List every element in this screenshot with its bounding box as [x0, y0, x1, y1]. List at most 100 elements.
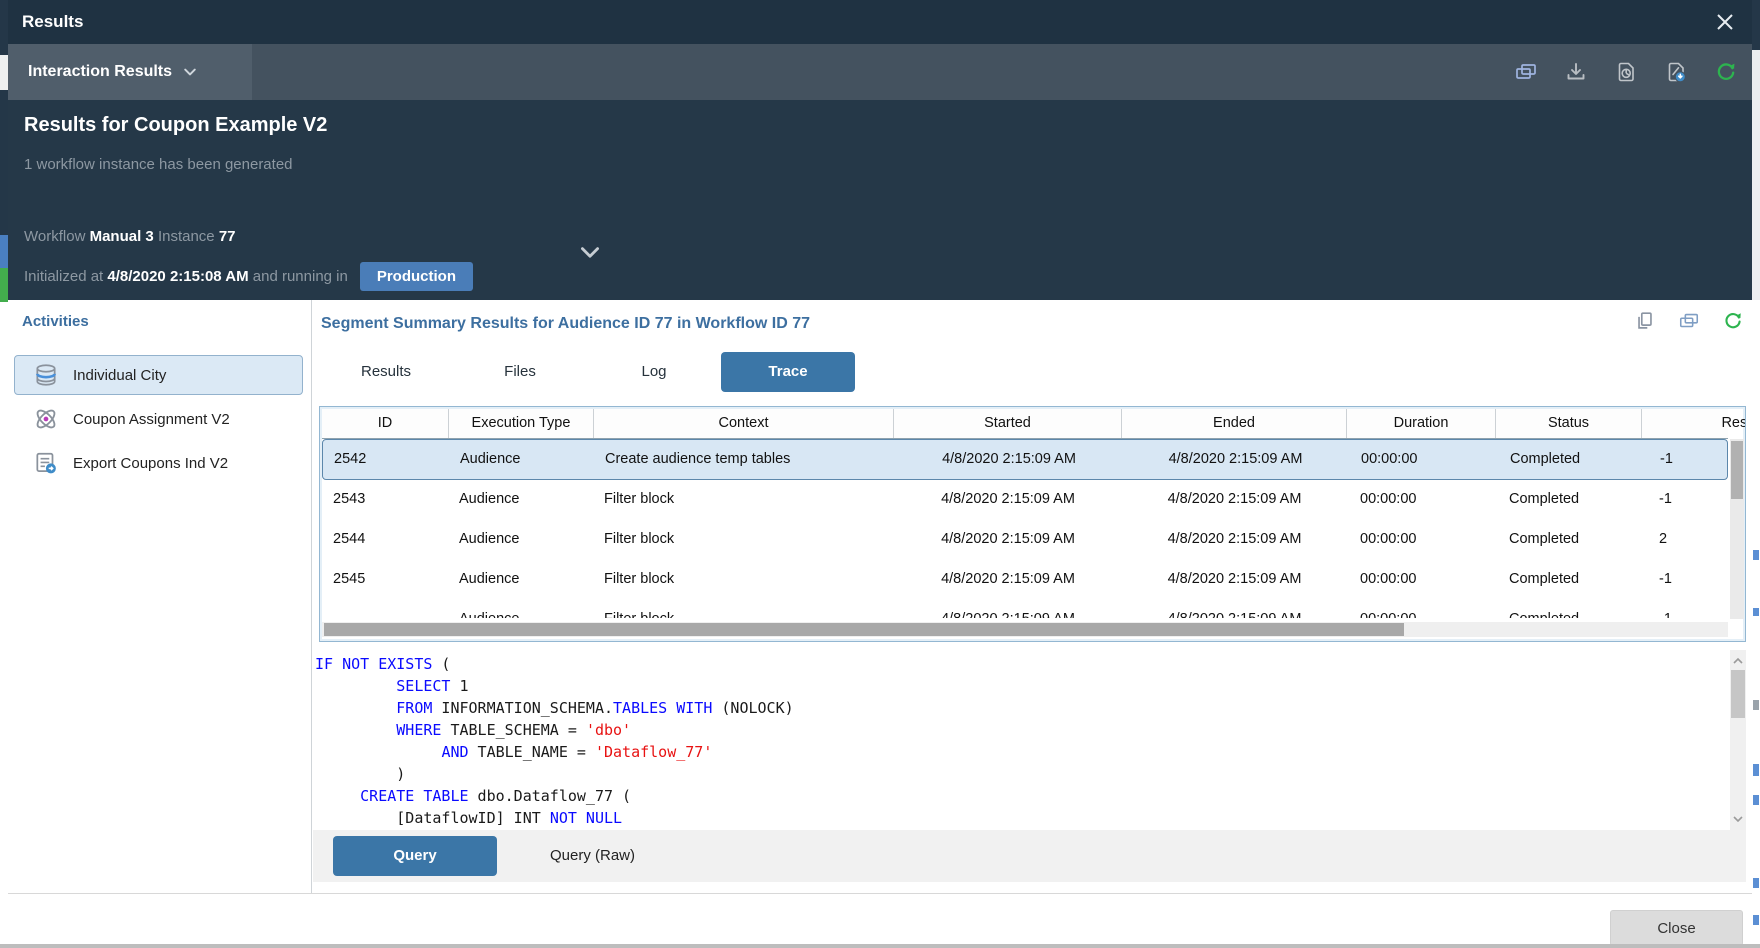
cell-execution-type: Audience	[449, 480, 594, 520]
export-file-icon[interactable]	[1664, 60, 1688, 84]
cell-execution-type: Audience	[449, 520, 594, 560]
cell-status: Completed	[1496, 480, 1642, 520]
dialog-title: Results	[22, 0, 83, 44]
cell-status: Completed	[1496, 600, 1642, 618]
cell-status: Completed	[1496, 520, 1642, 560]
expand-details-chevron-icon[interactable]	[577, 240, 603, 266]
horizontal-scrollbar[interactable]	[322, 622, 1728, 637]
download-icon[interactable]	[1564, 60, 1588, 84]
cards-icon[interactable]	[1678, 310, 1700, 332]
cell-started: 4/8/2020 2:15:09 AM	[894, 520, 1122, 560]
trace-table-header: IDExecution TypeContextStartedEndedDurat…	[322, 409, 1728, 439]
table-row[interactable]: 2545AudienceFilter block4/8/2020 2:15:09…	[322, 560, 1728, 600]
sql-line: )	[315, 763, 1728, 785]
dialog-body: Activities Individual CityCoupon Assignm…	[8, 300, 1752, 893]
column-header-execution-type[interactable]: Execution Type	[449, 409, 594, 438]
results-header: Results for Coupon Example V2 1 workflow…	[8, 100, 1752, 300]
table-row[interactable]: 2544AudienceFilter block4/8/2020 2:15:09…	[322, 520, 1728, 560]
report-file-icon[interactable]	[1614, 60, 1638, 84]
sql-line: [DataflowID] INT NOT NULL	[315, 807, 1728, 829]
sql-line: SELECT 1	[315, 675, 1728, 697]
results-title: Results for Coupon Example V2	[24, 114, 327, 137]
tab-query[interactable]: Query	[333, 836, 497, 876]
close-button[interactable]: Close	[1610, 910, 1743, 946]
cell-duration: 00:00:00	[1347, 520, 1496, 560]
background-right-sliver	[1752, 0, 1760, 948]
column-header-duration[interactable]: Duration	[1347, 409, 1496, 438]
initialized-line: Initialized at 4/8/2020 2:15:08 AM and r…	[24, 260, 473, 292]
sql-line: WHERE TABLE_SCHEMA = 'dbo'	[315, 719, 1728, 741]
cell-ended: 4/8/2020 2:15:09 AM	[1122, 520, 1347, 560]
activities-sidebar: Activities Individual CityCoupon Assignm…	[8, 300, 312, 893]
refresh-icon[interactable]	[1714, 60, 1738, 84]
sidebar-item-export-coupons-ind-v2[interactable]: Export Coupons Ind V2	[14, 443, 303, 483]
sql-query-viewer: IF NOT EXISTS ( SELECT 1 FROM INFORMATIO…	[315, 650, 1728, 830]
column-header-id[interactable]: ID	[322, 409, 449, 438]
cell-id: 2545	[322, 560, 449, 600]
cell-started: 4/8/2020 2:15:09 AM	[895, 440, 1123, 479]
dialog-titlebar: Results	[8, 0, 1752, 44]
cell-context: Filter block	[594, 520, 894, 560]
chevron-down-icon	[182, 64, 198, 80]
cell-started: 4/8/2020 2:15:09 AM	[894, 560, 1122, 600]
cell-ended: 4/8/2020 2:15:09 AM	[1123, 440, 1348, 479]
dialog-toolbar: Interaction Results	[8, 44, 1752, 100]
cell-context: Filter block	[594, 480, 894, 520]
column-header-context[interactable]: Context	[594, 409, 894, 438]
cell-started: 4/8/2020 2:15:09 AM	[894, 600, 1122, 618]
column-header-result[interactable]: Result	[1642, 409, 1746, 438]
sidebar-item-label: Individual City	[73, 367, 166, 384]
table-row[interactable]: AudienceFilter block4/8/2020 2:15:09 AM4…	[322, 600, 1728, 618]
screen-bottom-edge	[0, 944, 1760, 948]
table-row-clipped[interactable]: AudienceFilter block4/8/2020 2:15:09 AM4…	[322, 600, 1728, 618]
results-view-selector[interactable]: Interaction Results	[8, 44, 252, 100]
column-header-started[interactable]: Started	[894, 409, 1122, 438]
cell-ended: 4/8/2020 2:15:09 AM	[1122, 560, 1347, 600]
query-tabs-strip: Query Query (Raw)	[313, 830, 1746, 882]
column-header-ended[interactable]: Ended	[1122, 409, 1347, 438]
instance-number: 77	[219, 228, 236, 245]
sidebar-item-individual-city[interactable]: Individual City	[14, 355, 303, 395]
cell-duration: 00:00:00	[1347, 560, 1496, 600]
sql-line: IF NOT EXISTS (	[315, 653, 1728, 675]
export-list-icon	[33, 450, 59, 476]
cell-id: 2544	[322, 520, 449, 560]
cell-execution-type: Audience	[449, 560, 594, 600]
cell-duration: 00:00:00	[1348, 440, 1497, 479]
workflow-name: Manual 3	[90, 228, 154, 245]
column-header-status[interactable]: Status	[1496, 409, 1642, 438]
database-icon	[33, 362, 59, 388]
results-subtitle: 1 workflow instance has been generated	[24, 156, 293, 173]
sidebar-item-coupon-assignment-v2[interactable]: Coupon Assignment V2	[14, 399, 303, 439]
screen: Results Interaction Results	[0, 0, 1760, 948]
environment-badge: Production	[360, 262, 473, 291]
segment-results-panel: Segment Summary Results for Audience ID …	[313, 300, 1746, 893]
panel-title: Segment Summary Results for Audience ID …	[321, 315, 810, 333]
result-tabs: ResultsFilesLogTrace	[319, 352, 855, 392]
trace-table: IDExecution TypeContextStartedEndedDurat…	[319, 406, 1746, 642]
tab-log[interactable]: Log	[587, 352, 721, 392]
cell-execution-type: Audience	[450, 440, 595, 479]
initialized-timestamp: 4/8/2020 2:15:08 AM	[107, 268, 248, 285]
sidebar-item-label: Export Coupons Ind V2	[73, 455, 228, 472]
vertical-scrollbar[interactable]	[1730, 439, 1744, 619]
tab-trace[interactable]: Trace	[721, 352, 855, 392]
cell-context: Filter block	[594, 560, 894, 600]
sql-scrollbar[interactable]	[1730, 650, 1746, 830]
table-row[interactable]: 2542AudienceCreate audience temp tables4…	[322, 439, 1728, 480]
close-icon[interactable]	[1714, 11, 1736, 33]
cell-started: 4/8/2020 2:15:09 AM	[894, 480, 1122, 520]
tab-query-raw[interactable]: Query (Raw)	[505, 836, 680, 876]
tab-results[interactable]: Results	[319, 352, 453, 392]
cell-id	[322, 600, 449, 618]
copy-icon[interactable]	[1634, 310, 1656, 332]
cell-id: 2543	[322, 480, 449, 520]
scroll-down-icon[interactable]	[1732, 813, 1744, 825]
dialog-footer: Close	[8, 893, 1752, 948]
scroll-up-icon[interactable]	[1732, 655, 1744, 667]
table-row[interactable]: 2543AudienceFilter block4/8/2020 2:15:09…	[322, 480, 1728, 520]
refresh-icon[interactable]	[1722, 310, 1744, 332]
tab-files[interactable]: Files	[453, 352, 587, 392]
cell-context: Create audience temp tables	[595, 440, 895, 479]
cards-icon[interactable]	[1514, 60, 1538, 84]
